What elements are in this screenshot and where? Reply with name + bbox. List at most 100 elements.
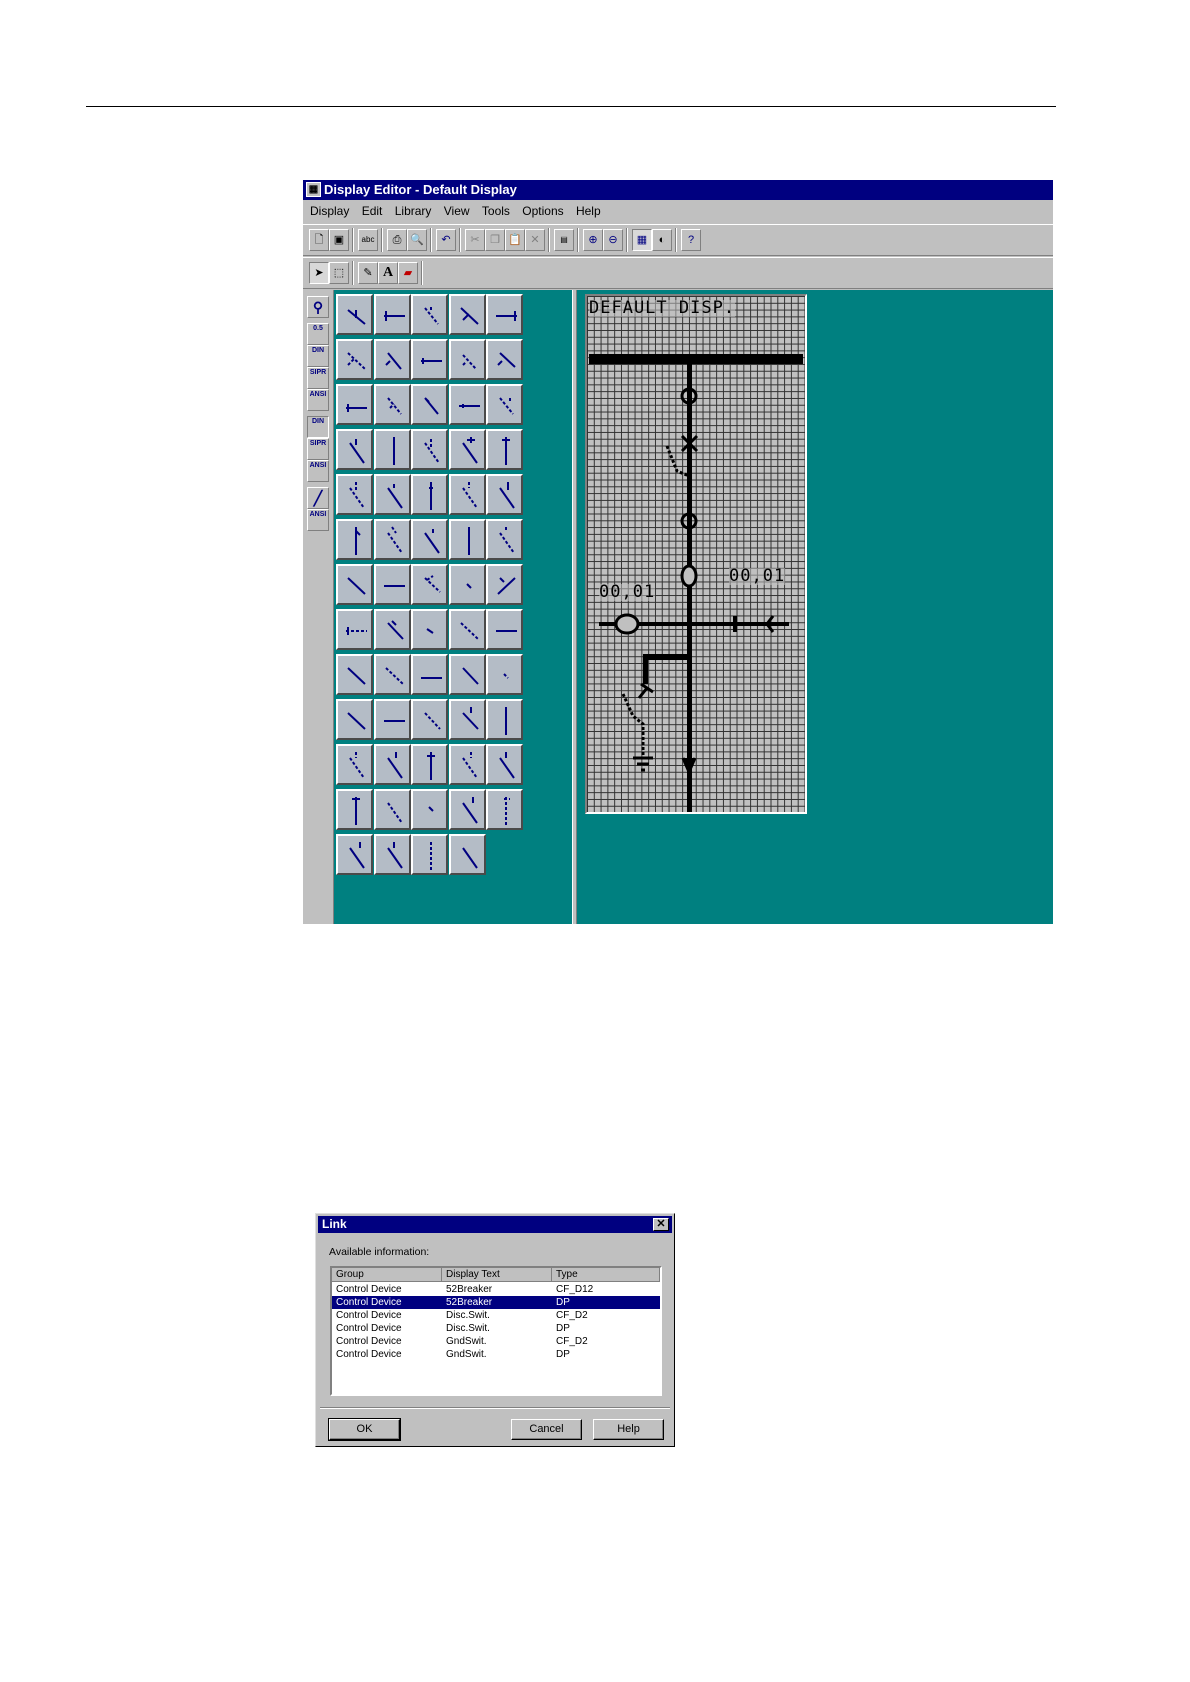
palette-symbol-button[interactable] <box>486 654 523 695</box>
palette-symbol-button[interactable] <box>486 699 523 740</box>
palette-symbol-button[interactable] <box>486 609 523 650</box>
ansi-library-icon[interactable]: ANSI <box>307 389 329 411</box>
column-header-display-text[interactable]: Display Text <box>442 1268 552 1282</box>
palette-symbol-button[interactable] <box>486 384 523 425</box>
din-switch-library-icon[interactable]: DIN <box>307 416 329 438</box>
grid-icon[interactable]: ▦ <box>632 229 652 251</box>
help-icon[interactable]: ? <box>681 229 701 251</box>
palette-symbol-button[interactable] <box>411 789 448 830</box>
undo-icon[interactable]: ↶ <box>436 229 456 251</box>
palette-symbol-button[interactable] <box>486 789 523 830</box>
palette-symbol-button[interactable] <box>374 789 411 830</box>
palette-symbol-button[interactable] <box>486 744 523 785</box>
close-icon[interactable]: ✕ <box>653 1218 669 1231</box>
menu-help[interactable]: Help <box>576 204 601 218</box>
contrast-icon[interactable]: ◐ <box>652 229 672 251</box>
menu-display[interactable]: Display <box>310 204 349 218</box>
new-icon[interactable]: 🗋 <box>309 229 329 251</box>
cancel-button[interactable]: Cancel <box>511 1419 582 1440</box>
palette-symbol-button[interactable] <box>486 339 523 380</box>
palette-symbol-button[interactable] <box>449 834 486 875</box>
copy-icon[interactable]: ❐ <box>485 229 505 251</box>
select-rect-icon[interactable]: ⬚ <box>329 262 349 284</box>
zoom-out-icon[interactable]: ⊖ <box>603 229 623 251</box>
save-icon[interactable]: ▣ <box>329 229 349 251</box>
palette-symbol-button[interactable] <box>449 564 486 605</box>
palette-symbol-button[interactable] <box>374 429 411 470</box>
palette-symbol-button[interactable] <box>449 474 486 515</box>
palette-symbol-button[interactable] <box>374 609 411 650</box>
value-icon[interactable]: 0.5 <box>307 323 329 345</box>
palette-symbol-button[interactable] <box>411 384 448 425</box>
palette-symbol-button[interactable] <box>449 519 486 560</box>
palette-symbol-button[interactable] <box>486 474 523 515</box>
palette-symbol-button[interactable] <box>374 519 411 560</box>
palette-symbol-button[interactable] <box>336 609 373 650</box>
menu-library[interactable]: Library <box>395 204 432 218</box>
table-row[interactable]: Control Device Disc.Swit. DP <box>332 1322 660 1335</box>
ansi-line-library-icon[interactable]: ANSI <box>307 509 329 531</box>
title-bar[interactable]: ▦ Display Editor - Default Display <box>303 180 1053 200</box>
palette-symbol-button[interactable] <box>336 654 373 695</box>
palette-symbol-button[interactable] <box>374 654 411 695</box>
sipr-switch-library-icon[interactable]: SIPR <box>307 438 329 460</box>
palette-symbol-button[interactable] <box>374 339 411 380</box>
table-row[interactable]: Control Device GndSwit. CF_D2 <box>332 1335 660 1348</box>
palette-symbol-button[interactable] <box>449 654 486 695</box>
ok-button[interactable]: OK <box>328 1418 401 1441</box>
menu-options[interactable]: Options <box>522 204 563 218</box>
palette-symbol-button[interactable] <box>336 834 373 875</box>
palette-symbol-button[interactable] <box>411 474 448 515</box>
palette-symbol-button[interactable] <box>449 339 486 380</box>
palette-symbol-button[interactable] <box>486 294 523 335</box>
table-row[interactable]: Control Device 52Breaker CF_D12 <box>332 1283 660 1296</box>
palette-symbol-button[interactable] <box>411 564 448 605</box>
palette-symbol-button[interactable] <box>411 699 448 740</box>
palette-symbol-button[interactable] <box>374 564 411 605</box>
palette-symbol-button[interactable] <box>411 519 448 560</box>
pencil-icon[interactable]: ✎ <box>358 262 378 284</box>
line-tool-icon[interactable]: ╱ <box>307 487 329 509</box>
menu-view[interactable]: View <box>444 204 470 218</box>
palette-symbol-button[interactable] <box>411 834 448 875</box>
cut-icon[interactable]: ✂ <box>465 229 485 251</box>
help-button[interactable]: Help <box>593 1419 664 1440</box>
table-row[interactable]: Control Device 52Breaker DP <box>332 1296 660 1309</box>
palette-symbol-button[interactable] <box>449 429 486 470</box>
table-row[interactable]: Control Device Disc.Swit. CF_D2 <box>332 1309 660 1322</box>
eraser-icon[interactable]: ▰ <box>398 262 418 284</box>
column-header-type[interactable]: Type <box>552 1268 660 1282</box>
menu-tools[interactable]: Tools <box>482 204 510 218</box>
palette-symbol-button[interactable] <box>336 699 373 740</box>
palette-symbol-button[interactable] <box>449 294 486 335</box>
palette-symbol-button[interactable] <box>486 519 523 560</box>
spellcheck-icon[interactable]: abc <box>358 229 378 251</box>
palette-symbol-button[interactable] <box>374 474 411 515</box>
palette-symbol-button[interactable] <box>411 339 448 380</box>
din-library-icon[interactable]: DIN <box>307 345 329 367</box>
palette-symbol-button[interactable] <box>336 474 373 515</box>
delete-icon[interactable]: ✕ <box>525 229 545 251</box>
ansi-switch-library-icon[interactable]: ANSI <box>307 460 329 482</box>
text-icon[interactable]: A <box>378 262 398 284</box>
palette-symbol-button[interactable] <box>336 339 373 380</box>
table-row[interactable]: Control Device GndSwit. DP <box>332 1348 660 1361</box>
palette-symbol-button[interactable] <box>449 609 486 650</box>
palette-symbol-button[interactable] <box>374 384 411 425</box>
palette-symbol-button[interactable] <box>374 699 411 740</box>
palette-symbol-button[interactable] <box>486 429 523 470</box>
palette-symbol-button[interactable] <box>374 744 411 785</box>
print-icon[interactable]: ⎙ <box>387 229 407 251</box>
available-info-list[interactable]: Group Display Text Type Control Device 52… <box>330 1266 662 1396</box>
pointer-icon[interactable]: ➤ <box>309 262 329 284</box>
palette-symbol-button[interactable] <box>411 609 448 650</box>
palette-symbol-button[interactable] <box>336 519 373 560</box>
zoom-in-icon[interactable]: ⊕ <box>583 229 603 251</box>
column-header-group[interactable]: Group <box>332 1268 442 1282</box>
palette-symbol-button[interactable] <box>336 789 373 830</box>
display-canvas[interactable]: DEFAULT DISP. 00,01 00,01 <box>585 294 807 814</box>
palette-symbol-button[interactable] <box>449 384 486 425</box>
palette-symbol-button[interactable] <box>411 654 448 695</box>
search-icon[interactable]: ⚲ <box>307 296 329 318</box>
palette-symbol-button[interactable] <box>336 564 373 605</box>
